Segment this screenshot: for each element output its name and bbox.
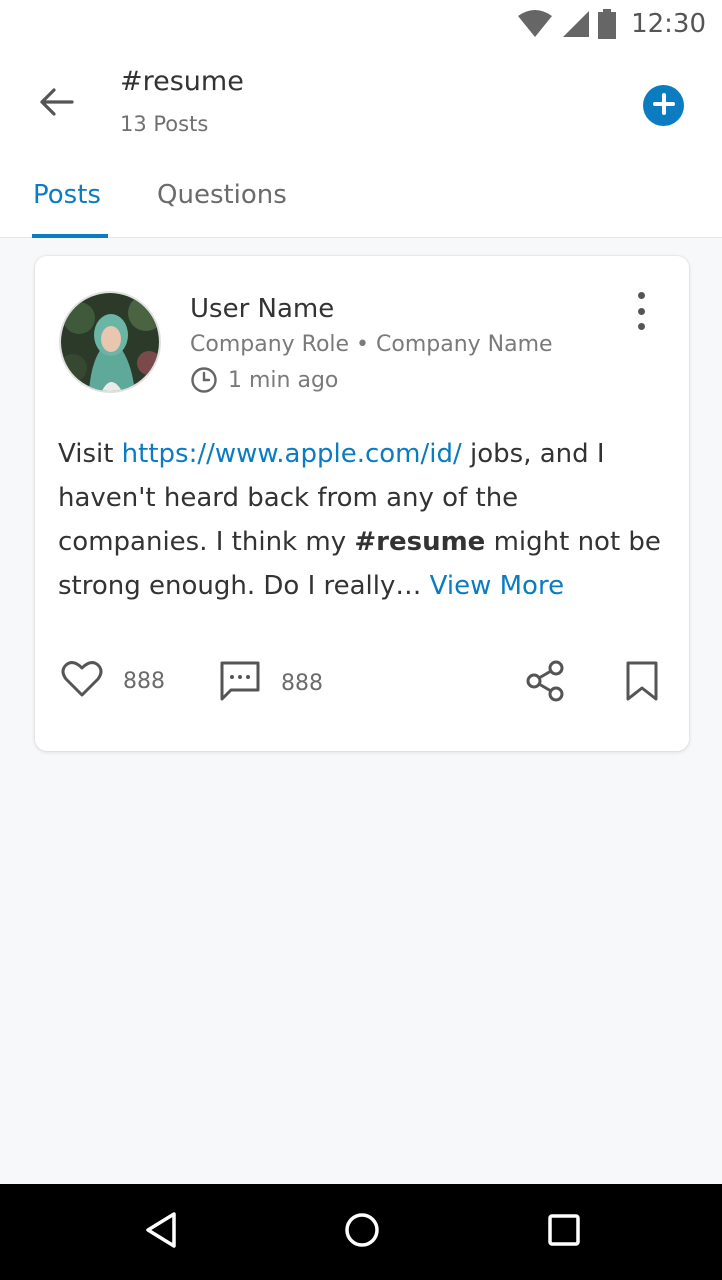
system-nav-bar (0, 1184, 722, 1280)
post-count: 13 Posts (120, 112, 209, 136)
add-post-button[interactable] (643, 85, 684, 126)
nav-recents-button[interactable] (544, 1212, 584, 1252)
comment-button[interactable]: 888 (219, 660, 323, 706)
arrow-left-icon (38, 87, 74, 121)
wifi-icon (517, 10, 553, 38)
plus-icon (652, 92, 675, 119)
clock-icon (190, 366, 218, 394)
like-count: 888 (123, 668, 165, 694)
like-button[interactable]: 888 (61, 660, 165, 702)
bookmark-icon (625, 660, 659, 706)
triangle-back-icon (143, 1211, 179, 1253)
square-recents-icon (547, 1213, 581, 1251)
post-time: 1 min ago (190, 366, 338, 394)
battery-icon (597, 9, 617, 39)
active-tab-indicator (32, 234, 108, 238)
status-bar: 12:30 (0, 0, 722, 48)
post-body: Visit https://www.apple.com/id/ jobs, an… (58, 432, 668, 608)
company-role: Company Role • Company Name (190, 332, 553, 357)
post-card[interactable]: User Name Company Role • Company Name 1 … (35, 256, 689, 751)
nav-back-button[interactable] (141, 1212, 181, 1252)
user-name[interactable]: User Name (190, 294, 334, 324)
post-text: Visit (58, 439, 122, 469)
more-vert-icon-dot (637, 307, 645, 315)
page-title: #resume (120, 66, 244, 97)
heart-icon (61, 660, 103, 702)
back-button[interactable] (34, 84, 78, 124)
bookmark-button[interactable] (625, 660, 659, 706)
nav-home-button[interactable] (342, 1212, 382, 1252)
comment-count: 888 (281, 670, 323, 696)
share-icon (525, 660, 567, 706)
comment-icon (219, 660, 261, 706)
view-more-link[interactable]: View More (430, 571, 564, 601)
post-hashtag[interactable]: #resume (354, 527, 485, 557)
signal-icon (561, 10, 590, 38)
more-options-button[interactable] (629, 290, 653, 332)
app-bar: #resume 13 Posts (0, 48, 722, 158)
tab-questions[interactable]: Questions (157, 180, 287, 210)
more-vert-icon-dot (637, 323, 645, 330)
tab-posts[interactable]: Posts (33, 180, 101, 210)
time-ago: 1 min ago (228, 367, 339, 393)
circle-home-icon (344, 1212, 380, 1252)
tab-bar: Posts Questions (0, 158, 722, 238)
share-button[interactable] (525, 660, 567, 706)
avatar[interactable] (59, 291, 161, 393)
post-link[interactable]: https://www.apple.com/id/ (122, 439, 462, 469)
status-time: 12:30 (631, 9, 706, 39)
more-vert-icon-dot (637, 292, 645, 299)
